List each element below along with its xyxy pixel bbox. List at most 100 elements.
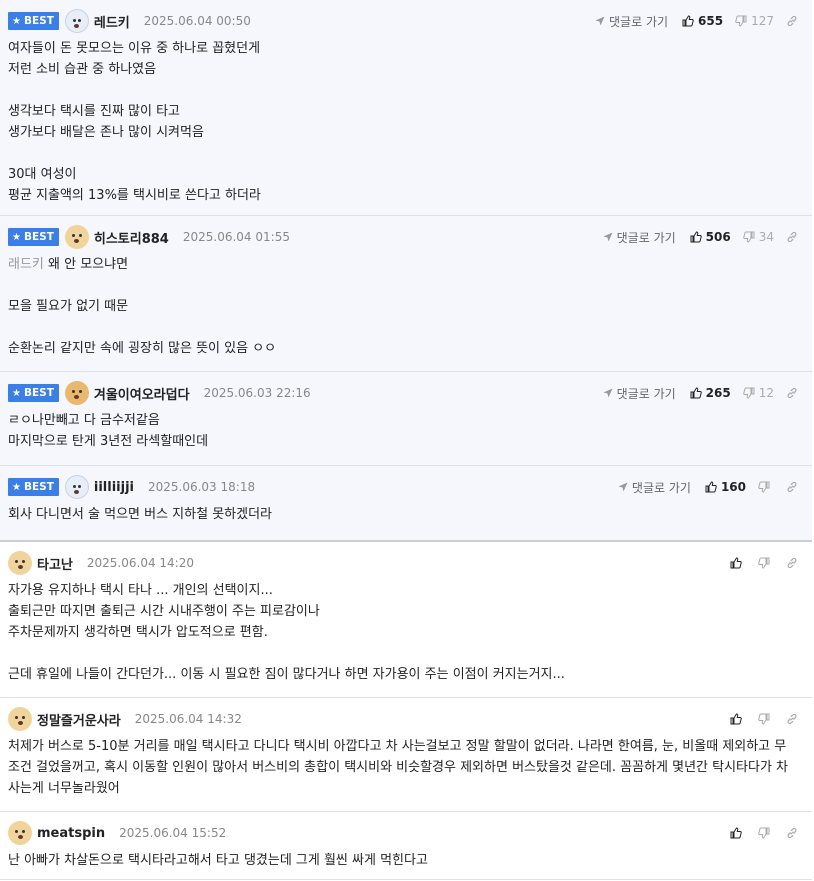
best-badge-label: BEST <box>23 15 54 27</box>
puppy-avatar[interactable] <box>8 707 32 731</box>
thumbs-up-icon <box>682 15 694 27</box>
thumbs-up-icon <box>705 481 717 493</box>
like-button[interactable] <box>730 827 746 839</box>
link-icon <box>787 713 797 725</box>
thumbs-down-icon <box>742 231 755 243</box>
comment-body: 회사 다니면서 술 먹으면 버스 지하철 못하겠더라 <box>8 504 798 525</box>
dislike-button[interactable] <box>758 557 774 569</box>
comment-header: 타고난 2025.06.04 14:20 <box>8 550 798 576</box>
copy-link-button[interactable] <box>786 15 798 27</box>
comment-date: 2025.06.03 22:16 <box>203 386 311 400</box>
thumbs-down-icon <box>758 713 770 725</box>
best-badge: ★ BEST <box>8 478 59 496</box>
dislike-button[interactable]: 34 <box>742 230 774 244</box>
comment-actions <box>730 557 798 569</box>
comment-header: ★ BEST iilliijji 2025.06.03 18:18 댓글로 가기… <box>8 474 798 500</box>
like-count: 160 <box>720 480 746 494</box>
thumbs-up-icon <box>690 387 702 399</box>
thumbs-up-icon <box>730 713 742 725</box>
star-icon: ★ <box>12 387 21 399</box>
comment-header: ★ BEST 레드키 2025.06.04 00:50 댓글로 가기 655 1… <box>8 8 798 34</box>
dislike-button[interactable] <box>758 713 774 725</box>
comment-actions <box>730 713 798 725</box>
polar-bear-avatar[interactable] <box>64 9 89 33</box>
dislike-button[interactable] <box>758 827 774 839</box>
location-arrow-icon <box>595 16 605 26</box>
goto-comment-link[interactable]: 댓글로 가기 <box>603 385 676 402</box>
comment-body: 처제가 버스로 5-10분 거리를 매일 택시타고 다니다 택시비 아깝다고 차… <box>8 736 798 799</box>
comment-body: 자가용 유지하나 택시 타나 ... 개인의 선택이지... 출퇴근만 따지면 … <box>8 580 798 685</box>
comment-actions: 댓글로 가기 506 34 <box>603 229 798 246</box>
nickname[interactable]: 겨울이여오라덥다 <box>94 384 190 403</box>
comment-text: 여자들이 돈 못모으는 이유 중 하나로 꼽혔던게 저런 소비 습관 중 하나였… <box>8 41 261 203</box>
nickname[interactable]: 타고난 <box>37 554 73 573</box>
comment-header: 정말즐거운사라 2025.06.04 14:32 <box>8 706 798 732</box>
like-button[interactable] <box>730 557 746 569</box>
comment-text: 처제가 버스로 5-10분 거리를 매일 택시타고 다니다 택시비 아깝다고 차… <box>8 739 789 796</box>
nickname[interactable]: meatspin <box>37 826 105 841</box>
dislike-button[interactable] <box>758 481 774 493</box>
best-badge: ★ BEST <box>8 12 59 30</box>
link-icon <box>787 231 797 243</box>
puppy-avatar[interactable] <box>8 551 32 575</box>
nickname[interactable]: 정말즐거운사라 <box>37 710 121 729</box>
comment-text: 난 아빠가 차살돈으로 택시타라고해서 타고 댕겼는데 그게 훨씬 싸게 먹힌다… <box>8 853 428 868</box>
link-icon <box>787 15 797 27</box>
goto-comment-label: 댓글로 가기 <box>609 14 669 29</box>
comment-item: 정말즐거운사라 2025.06.04 14:32 처제가 버스로 5-10분 거… <box>0 698 812 812</box>
location-arrow-icon <box>603 388 613 398</box>
comment-item: meatspin 2025.06.04 15:52 난 아빠가 차살돈으로 택시… <box>0 812 812 880</box>
puppy-avatar[interactable] <box>8 821 32 845</box>
best-badge-label: BEST <box>23 387 54 399</box>
best-badge-label: BEST <box>23 481 54 493</box>
like-count: 655 <box>698 14 724 28</box>
polar-bear-avatar[interactable] <box>64 475 89 499</box>
goto-comment-label: 댓글로 가기 <box>616 386 676 401</box>
dislike-button[interactable]: 127 <box>735 14 774 28</box>
copy-link-button[interactable] <box>786 713 798 725</box>
red-puppy-avatar[interactable] <box>64 381 89 405</box>
comment-item: ★ BEST 겨울이여오라덥다 2025.06.03 22:16 댓글로 가기 … <box>0 372 812 466</box>
comment-body: 난 아빠가 차살돈으로 택시타라고해서 타고 댕겼는데 그게 훨씬 싸게 먹힌다… <box>8 850 798 871</box>
thumbs-down-icon <box>758 827 770 839</box>
like-count: 265 <box>705 386 731 400</box>
star-icon: ★ <box>12 231 21 243</box>
nickname[interactable]: 레드키 <box>94 12 130 31</box>
location-arrow-icon <box>618 482 628 492</box>
comment-text: 회사 다니면서 술 먹으면 버스 지하철 못하겠더라 <box>8 507 272 522</box>
nickname[interactable]: iilliijji <box>94 480 134 495</box>
copy-link-button[interactable] <box>786 387 798 399</box>
copy-link-button[interactable] <box>786 557 798 569</box>
comment-item: 타고난 2025.06.04 14:20 자가용 유지하나 택시 타나 ... … <box>0 542 812 698</box>
copy-link-button[interactable] <box>786 481 798 493</box>
comment-body: 래드키 왜 안 모으냐면 모을 필요가 없기 때문 순환논리 같지만 속에 굉장… <box>8 254 798 359</box>
goto-comment-link[interactable]: 댓글로 가기 <box>603 229 676 246</box>
comment-body: ㄹㅇ나만빼고 다 금수저같음 마지막으로 탄게 3년전 라섹할때인데 <box>8 410 798 452</box>
comment-date: 2025.06.04 14:32 <box>134 712 242 726</box>
best-badge: ★ BEST <box>8 228 59 246</box>
nickname[interactable]: 히스토리884 <box>94 228 169 247</box>
thumbs-up-icon <box>730 557 742 569</box>
like-button[interactable]: 506 <box>690 230 731 244</box>
copy-link-button[interactable] <box>786 827 798 839</box>
dislike-button[interactable]: 12 <box>742 386 774 400</box>
mention-link[interactable]: 래드키 <box>8 257 44 272</box>
like-button[interactable]: 655 <box>682 14 723 28</box>
goto-comment-link[interactable]: 댓글로 가기 <box>595 13 668 30</box>
comment-body: 여자들이 돈 못모으는 이유 중 하나로 꼽혔던게 저런 소비 습관 중 하나였… <box>8 38 798 206</box>
comment-header: ★ BEST 겨울이여오라덥다 2025.06.03 22:16 댓글로 가기 … <box>8 380 798 406</box>
goto-comment-link[interactable]: 댓글로 가기 <box>618 479 691 496</box>
like-button[interactable] <box>730 713 746 725</box>
puppy-avatar[interactable] <box>64 225 89 249</box>
goto-comment-label: 댓글로 가기 <box>616 230 676 245</box>
like-button[interactable]: 160 <box>705 480 746 494</box>
link-icon <box>787 827 797 839</box>
like-button[interactable]: 265 <box>690 386 731 400</box>
comment-item: ★ BEST 히스토리884 2025.06.04 01:55 댓글로 가기 5… <box>0 216 812 372</box>
thumbs-down-icon <box>742 387 755 399</box>
thumbs-up-icon <box>690 231 702 243</box>
comment-header: ★ BEST 히스토리884 2025.06.04 01:55 댓글로 가기 5… <box>8 224 798 250</box>
comment-actions: 댓글로 가기 655 127 <box>595 13 798 30</box>
copy-link-button[interactable] <box>786 231 798 243</box>
dislike-count: 127 <box>751 14 774 28</box>
